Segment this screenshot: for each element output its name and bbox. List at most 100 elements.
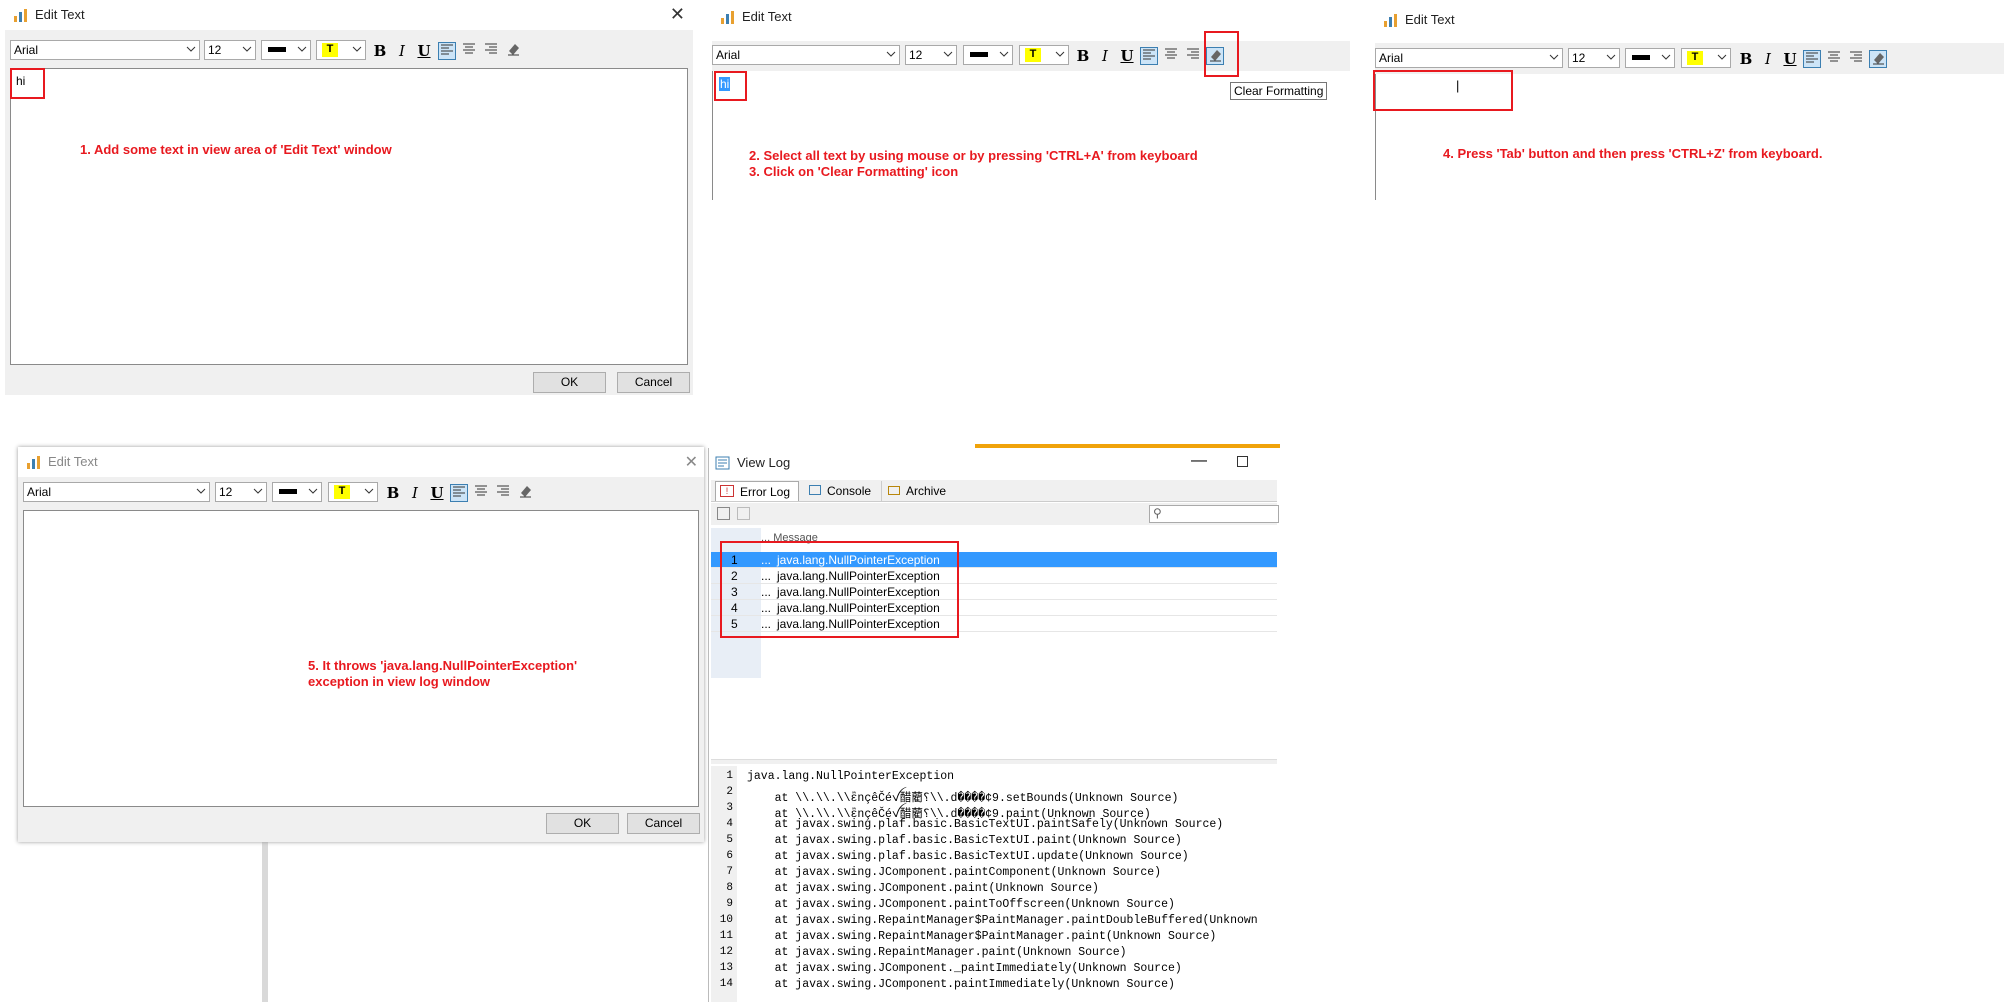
dialog-titlebar[interactable]: Edit Text ✕ [18, 447, 704, 477]
bold-icon[interactable]: B [384, 484, 402, 502]
line-text: at javax.swing.JComponent.paintToOffscre… [747, 898, 1175, 911]
highlight-box [10, 68, 45, 99]
underline-icon[interactable]: U [1781, 50, 1799, 68]
italic-icon[interactable]: I [406, 484, 424, 502]
bold-icon[interactable]: B [1074, 47, 1092, 65]
underline-icon[interactable]: U [415, 42, 433, 60]
dialog-titlebar[interactable]: Edit Text [712, 2, 1350, 32]
highlight-color-select[interactable]: T [328, 482, 378, 502]
font-family-select[interactable]: Arial [712, 45, 900, 65]
align-right-icon[interactable] [1847, 50, 1865, 68]
text-color-select[interactable] [261, 40, 311, 60]
chevron-down-icon [1661, 54, 1671, 60]
align-center-icon[interactable] [460, 42, 478, 60]
font-family-select[interactable]: Arial [23, 482, 210, 502]
highlight-box [714, 71, 747, 101]
edit-text-dialog-5: Edit Text ✕ Arial 12 T B I U OK Cancel [18, 447, 704, 842]
clear-formatting-icon[interactable] [1869, 50, 1887, 68]
color-swatch [279, 489, 297, 494]
align-left-icon[interactable] [1803, 50, 1821, 68]
italic-icon[interactable]: I [393, 42, 411, 60]
ok-button[interactable]: OK [533, 372, 606, 393]
clear-formatting-icon[interactable] [504, 42, 522, 60]
align-center-icon[interactable] [472, 484, 490, 502]
font-family-select[interactable]: Arial [1375, 48, 1563, 68]
stack-trace-line: 6 at javax.swing.plaf.basic.BasicTextUI.… [711, 850, 1277, 866]
stack-lines: 1 java.lang.NullPointerException 2 at \\.\… [711, 766, 1277, 1002]
underline-icon[interactable]: U [1118, 47, 1136, 65]
highlight-box [720, 541, 959, 638]
maximize-icon[interactable] [1237, 456, 1248, 467]
minimize-icon[interactable]: — [1191, 452, 1207, 470]
tab-archive[interactable]: Archive [881, 481, 957, 501]
text-color-select[interactable] [1625, 48, 1675, 68]
font-size-select[interactable]: 12 [215, 482, 267, 502]
font-size-select[interactable]: 12 [1568, 48, 1620, 68]
line-text: at javax.swing.JComponent._paintImmediat… [747, 962, 1182, 975]
stack-trace-line: 14 at javax.swing.JComponent.paintImmedi… [711, 978, 1277, 994]
edit-icon[interactable] [717, 507, 730, 520]
italic-icon[interactable]: I [1096, 47, 1114, 65]
tab-console[interactable]: Console [803, 481, 879, 501]
bold-icon[interactable]: B [1737, 50, 1755, 68]
align-left-icon[interactable] [1140, 47, 1158, 65]
font-family-select[interactable]: Arial [10, 40, 200, 60]
bold-icon[interactable]: B [371, 42, 389, 60]
cancel-button[interactable]: Cancel [617, 372, 690, 393]
font-size-select[interactable]: 12 [905, 45, 957, 65]
line-text: java.lang.NullPointerException [747, 770, 955, 783]
splitter[interactable] [711, 759, 1277, 764]
align-left-icon[interactable] [438, 42, 456, 60]
align-left-icon[interactable] [450, 484, 468, 502]
format-toolbar: Arial 12 T B I U [5, 38, 693, 64]
background-window-strip [262, 840, 712, 1002]
close-icon[interactable]: ✕ [685, 452, 698, 472]
chevron-down-icon [1606, 54, 1616, 60]
chevron-down-icon [1717, 54, 1727, 60]
highlight-icon: T [334, 485, 350, 499]
chart-app-icon [27, 456, 40, 469]
tab-error-log[interactable]: ! Error Log [715, 481, 799, 501]
highlight-color-select[interactable]: T [1019, 45, 1069, 65]
chevron-down-icon [196, 488, 206, 494]
align-right-icon[interactable] [1184, 47, 1202, 65]
tab-label: Archive [906, 484, 947, 498]
align-center-icon[interactable] [1825, 50, 1843, 68]
stack-trace-line: 8 at javax.swing.JComponent.paint(Unknow… [711, 882, 1277, 898]
log-icon [715, 456, 730, 470]
log-search-input[interactable]: ⚲ [1149, 505, 1279, 523]
font-size-select[interactable]: 12 [204, 40, 256, 60]
align-center-icon[interactable] [1162, 47, 1180, 65]
window-titlebar[interactable]: View Log — [709, 448, 1277, 478]
highlight-color-select[interactable]: T [316, 40, 366, 60]
chevron-down-icon [297, 46, 307, 52]
highlight-icon: T [1025, 48, 1041, 62]
dialog-titlebar[interactable]: Edit Text [1375, 5, 2004, 35]
underline-icon[interactable]: U [428, 484, 446, 502]
dialog-titlebar[interactable]: Edit Text ✕ [5, 0, 693, 30]
step-note: exception in view log window [308, 674, 491, 689]
text-edit-area[interactable]: hi [10, 68, 688, 365]
edit-text-dialog-1: Edit Text ✕ Arial 12 T B I U hi OK Cance… [5, 0, 693, 395]
line-text: at javax.swing.plaf.basic.BasicTextUI.pa… [747, 818, 1224, 831]
cancel-button[interactable]: Cancel [627, 813, 700, 834]
ok-button[interactable]: OK [546, 813, 619, 834]
chevron-down-icon [253, 488, 263, 494]
step-note: 3. Click on 'Clear Formatting' icon [749, 164, 959, 179]
chevron-down-icon [242, 46, 252, 52]
tooltip: Clear Formatting [1230, 82, 1328, 100]
text-color-select[interactable] [272, 482, 322, 502]
chevron-down-icon [943, 51, 953, 57]
font-family-value: Arial [716, 48, 741, 62]
clear-formatting-icon[interactable] [516, 484, 534, 502]
highlight-color-select[interactable]: T [1681, 48, 1731, 68]
close-icon[interactable]: ✕ [670, 4, 685, 25]
font-family-value: Arial [14, 43, 39, 57]
italic-icon[interactable]: I [1759, 50, 1777, 68]
align-right-icon[interactable] [494, 484, 512, 502]
text-color-select[interactable] [963, 45, 1013, 65]
copy-icon[interactable] [737, 507, 750, 520]
align-right-icon[interactable] [482, 42, 500, 60]
stack-trace-line: 11 at javax.swing.RepaintManager$PaintMa… [711, 930, 1277, 946]
step-note: 5. It throws 'java.lang.NullPointerExcep… [308, 658, 578, 673]
